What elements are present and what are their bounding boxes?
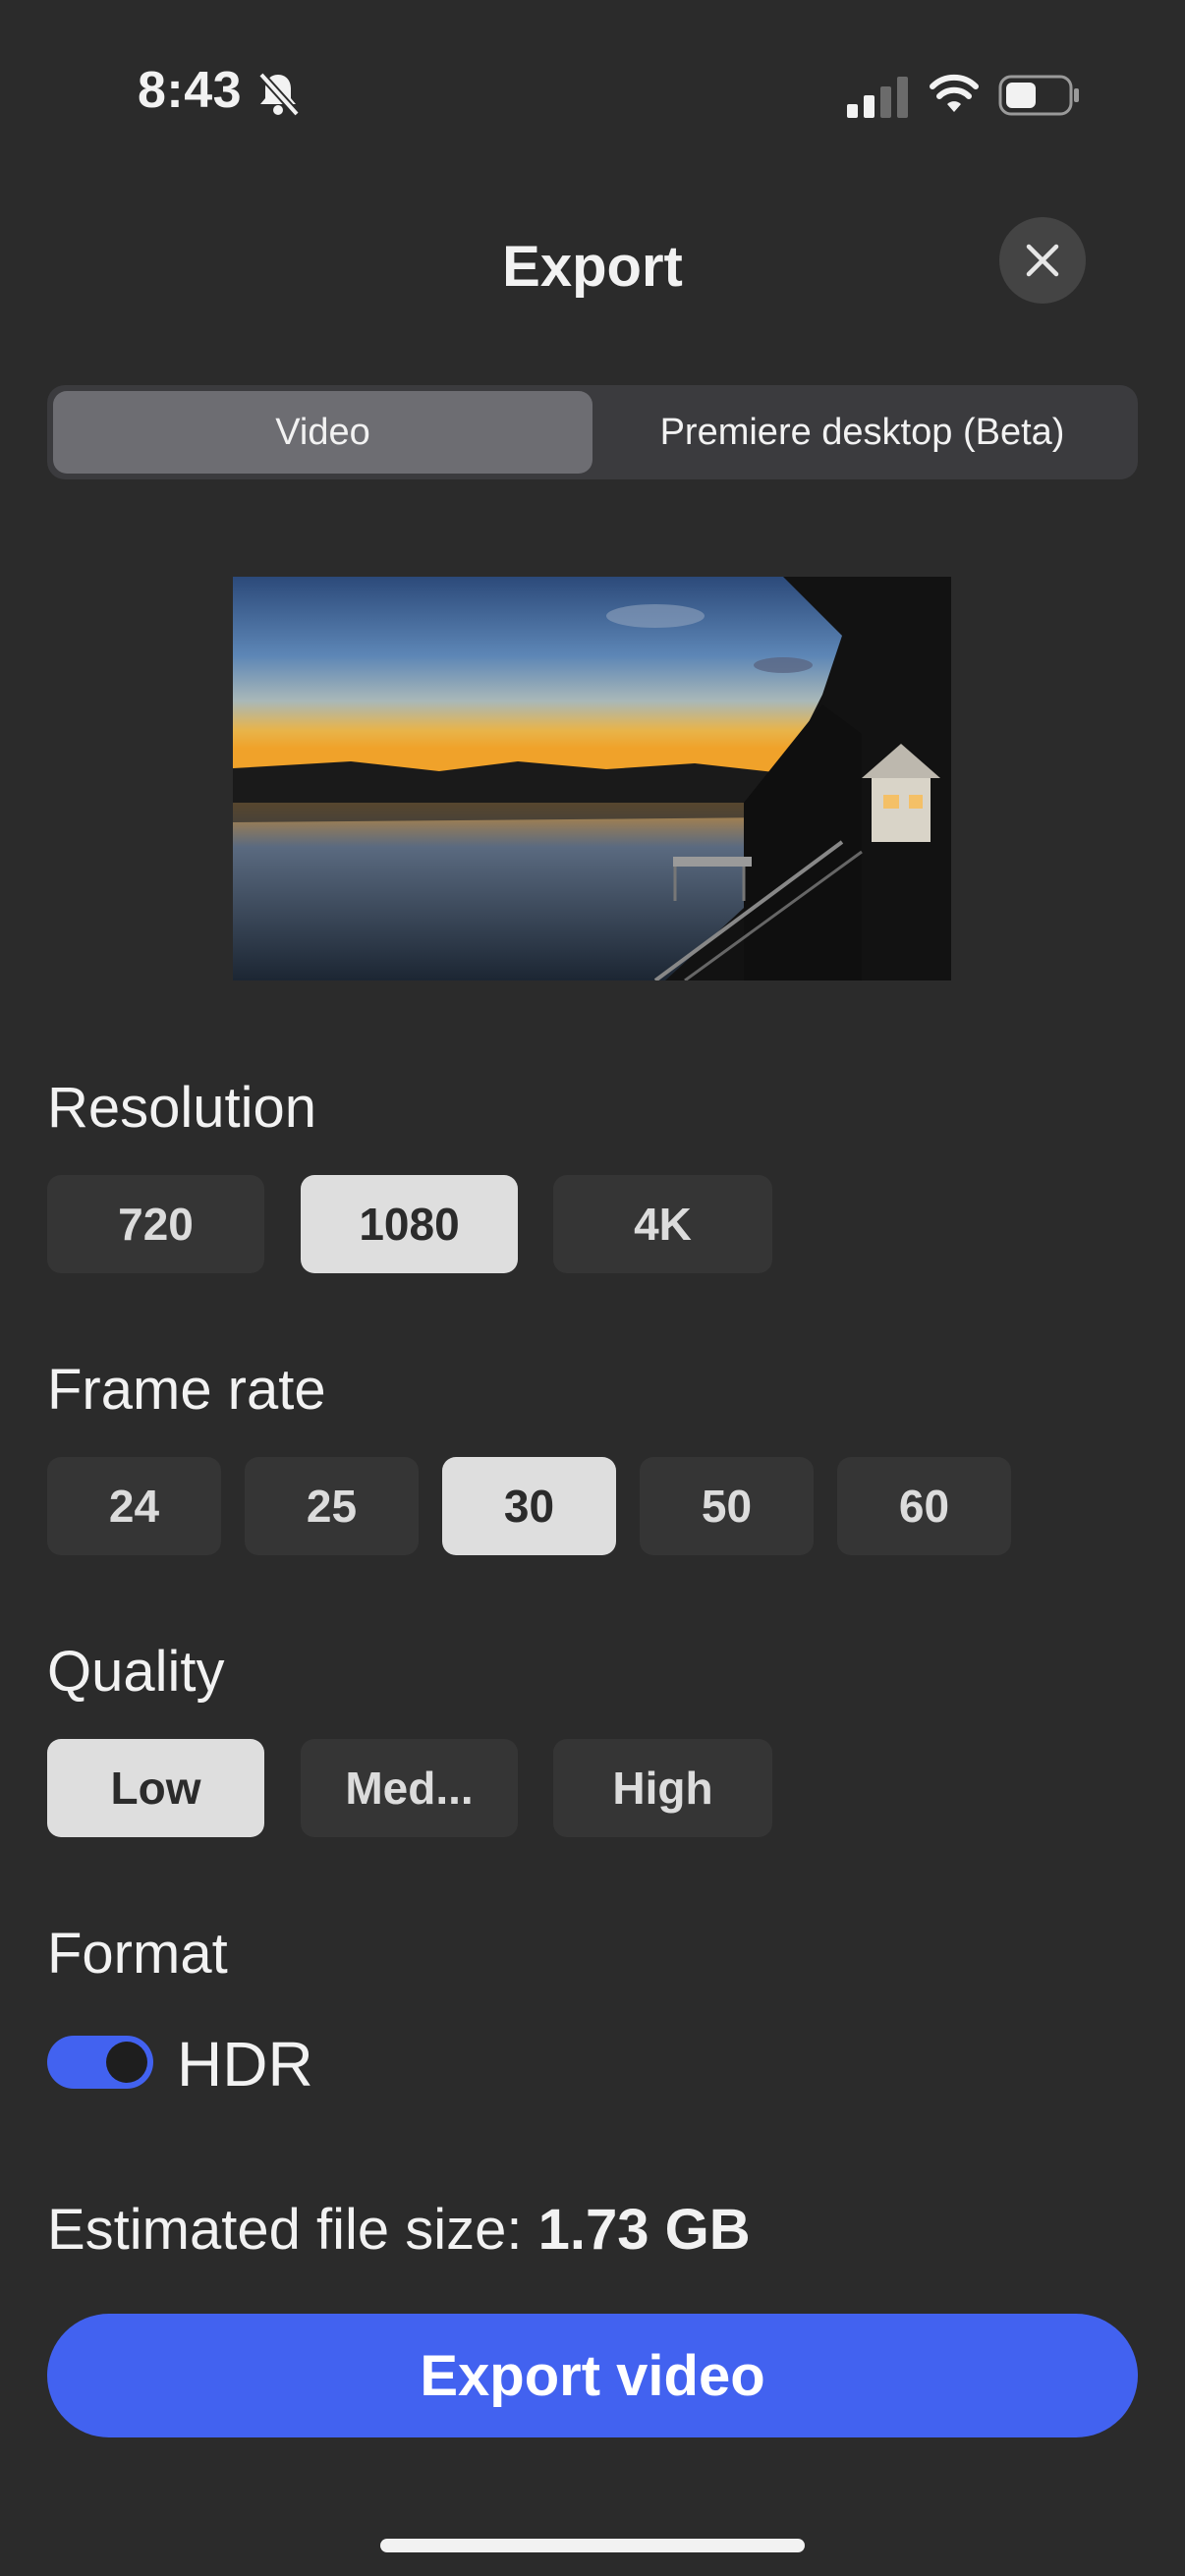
frame-rate-option-60[interactable]: 60 <box>837 1457 1011 1555</box>
frame-rate-option-25[interactable]: 25 <box>245 1457 419 1555</box>
quality-option-high[interactable]: High <box>553 1739 772 1837</box>
resolution-label: Resolution <box>47 1076 317 1140</box>
tab-premiere-desktop[interactable]: Premiere desktop (Beta) <box>592 391 1132 474</box>
hdr-toggle[interactable] <box>47 2036 153 2089</box>
close-icon <box>1026 244 1059 277</box>
quality-option-low[interactable]: Low <box>47 1739 264 1837</box>
wifi-icon <box>930 74 979 112</box>
resolution-option-4k[interactable]: 4K <box>553 1175 772 1273</box>
frame-rate-option-30[interactable]: 30 <box>442 1457 616 1555</box>
export-type-tabs: Video Premiere desktop (Beta) <box>47 385 1138 479</box>
video-preview-thumbnail <box>233 577 951 980</box>
home-indicator[interactable] <box>380 2539 805 2552</box>
quality-label: Quality <box>47 1640 225 1704</box>
export-video-button[interactable]: Export video <box>47 2314 1138 2437</box>
frame-rate-label: Frame rate <box>47 1358 326 1422</box>
file-size-prefix: Estimated file size: <box>47 2198 538 2262</box>
resolution-option-1080[interactable]: 1080 <box>301 1175 518 1273</box>
toggle-knob <box>106 2042 147 2083</box>
quality-option-medium[interactable]: Med... <box>301 1739 518 1837</box>
resolution-option-720[interactable]: 720 <box>47 1175 264 1273</box>
hdr-label: HDR <box>177 2029 313 2100</box>
cellular-signal-icon <box>847 77 908 118</box>
format-label: Format <box>47 1922 228 1986</box>
file-size-value: 1.73 GB <box>537 2198 751 2262</box>
frame-rate-option-50[interactable]: 50 <box>640 1457 814 1555</box>
bell-slash-icon <box>258 72 300 117</box>
battery-icon <box>998 75 1079 116</box>
estimated-file-size: Estimated file size: 1.73 GB <box>47 2197 751 2263</box>
status-time: 8:43 <box>138 62 243 119</box>
frame-rate-option-24[interactable]: 24 <box>47 1457 221 1555</box>
tab-video[interactable]: Video <box>53 391 592 474</box>
close-button[interactable] <box>999 217 1086 304</box>
